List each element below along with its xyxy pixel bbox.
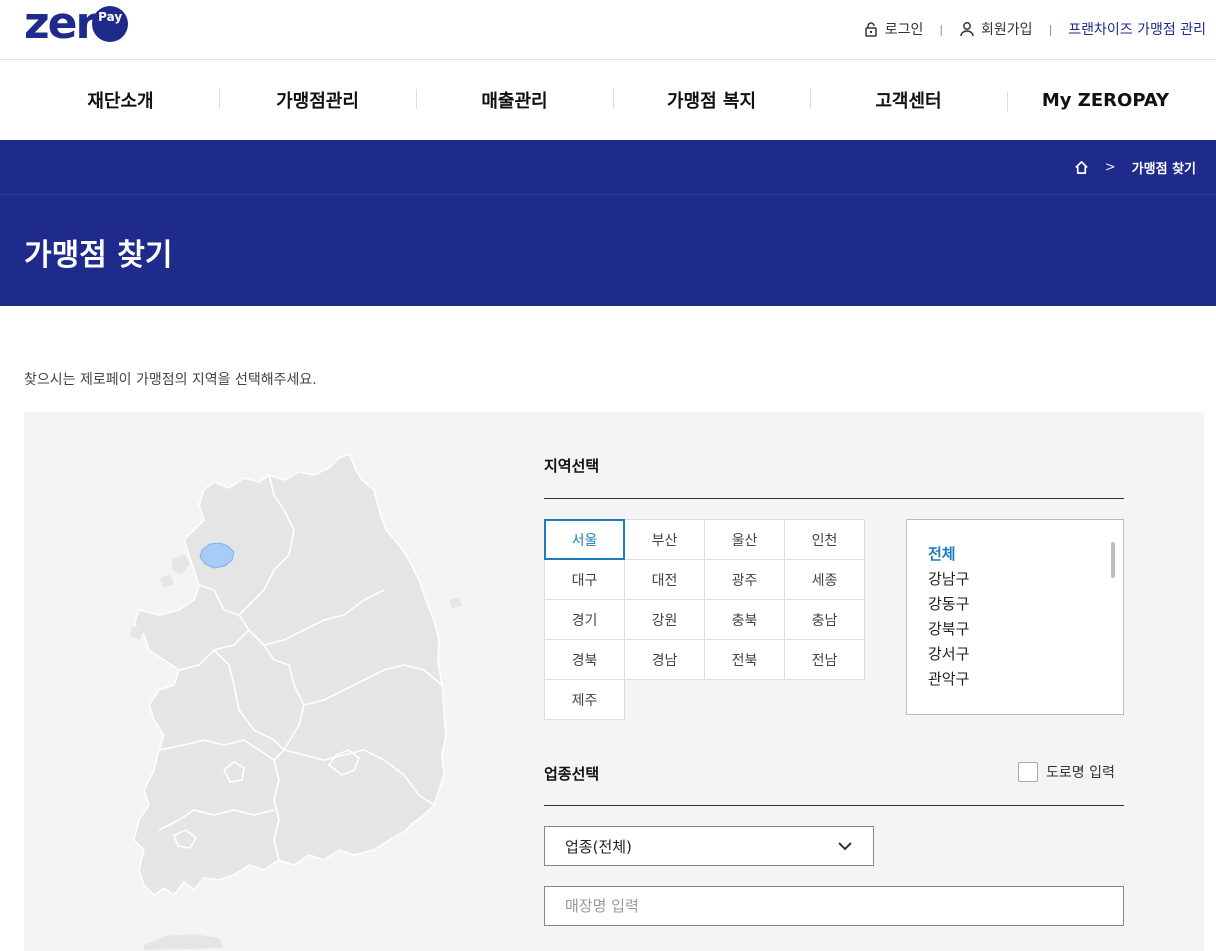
district-scrollbar[interactable] bbox=[1111, 542, 1115, 578]
business-type-select[interactable]: 업종(전체) bbox=[544, 826, 874, 866]
region-section-title: 지역선택 bbox=[544, 457, 600, 475]
chevron-down-icon bbox=[838, 842, 852, 851]
business-divider bbox=[544, 805, 1124, 806]
util-divider: | bbox=[1048, 22, 1053, 36]
road-address-option[interactable]: 도로명 입력 bbox=[1018, 762, 1115, 782]
map-island-jeju bbox=[144, 934, 224, 950]
district-option[interactable]: 관악구 bbox=[928, 667, 1123, 692]
business-section-title: 업종선택 bbox=[544, 765, 600, 783]
region-option-seoul[interactable]: 서울 bbox=[544, 519, 625, 560]
district-option[interactable]: 강북구 bbox=[928, 617, 1123, 642]
nav-item-foundation[interactable]: 재단소개 bbox=[22, 87, 219, 113]
nav-item-merchant-welfare[interactable]: 가맹점 복지 bbox=[613, 87, 810, 113]
district-option[interactable]: 강남구 bbox=[928, 567, 1123, 592]
region-option-jeonbuk[interactable]: 전북 bbox=[704, 639, 785, 680]
region-grid: 서울 부산 울산 인천 대구 대전 광주 세종 경기 강원 충북 충남 경북 경… bbox=[544, 519, 865, 720]
district-option-all[interactable]: 전체 bbox=[928, 542, 1123, 567]
region-option-gangwon[interactable]: 강원 bbox=[624, 599, 705, 640]
region-option-jeju[interactable]: 제주 bbox=[544, 679, 625, 720]
lock-icon bbox=[864, 22, 877, 37]
map-island bbox=[172, 554, 190, 574]
region-divider bbox=[544, 498, 1124, 499]
signup-link[interactable]: 회원가입 bbox=[959, 19, 1033, 39]
region-option-chungbuk[interactable]: 충북 bbox=[704, 599, 785, 640]
region-option-jeonnam[interactable]: 전남 bbox=[784, 639, 865, 680]
region-option-sejong[interactable]: 세종 bbox=[784, 559, 865, 600]
district-list[interactable]: 전체 강남구 강동구 강북구 강서구 관악구 bbox=[906, 519, 1124, 715]
region-option-gyeongnam[interactable]: 경남 bbox=[624, 639, 705, 680]
breadcrumb: > 가맹점 찾기 bbox=[1074, 158, 1196, 177]
intro-text: 찾으시는 제로페이 가맹점의 지역을 선택해주세요. bbox=[24, 372, 317, 388]
login-label: 로그인 bbox=[884, 22, 924, 38]
location-bar: > 가맹점 찾기 bbox=[0, 140, 1216, 195]
top-bar: zer Pay 로그인 | 회원가입 | 프랜차이즈 가맹점 관리 bbox=[0, 0, 1216, 60]
road-address-checkbox[interactable] bbox=[1018, 762, 1038, 782]
signup-label: 회원가입 bbox=[981, 22, 1033, 38]
region-option-gyeongbuk[interactable]: 경북 bbox=[544, 639, 625, 680]
map-island-ulleung bbox=[449, 598, 462, 608]
region-option-gwangju[interactable]: 광주 bbox=[704, 559, 785, 600]
zeropay-logo[interactable]: zer Pay bbox=[24, 0, 129, 49]
region-option-ulsan[interactable]: 울산 bbox=[704, 519, 785, 560]
district-option[interactable]: 강동구 bbox=[928, 592, 1123, 617]
page-title: 가맹점 찾기 bbox=[24, 238, 173, 273]
util-divider: | bbox=[939, 22, 944, 36]
region-option-gyeonggi[interactable]: 경기 bbox=[544, 599, 625, 640]
map-mainland bbox=[133, 453, 447, 897]
nav-item-merchant-management[interactable]: 가맹점관리 bbox=[219, 87, 416, 113]
store-name-input[interactable] bbox=[544, 886, 1124, 926]
nav-item-my-zeropay[interactable]: My ZEROPAY bbox=[1007, 90, 1204, 112]
region-option-busan[interactable]: 부산 bbox=[624, 519, 705, 560]
district-option[interactable]: 강서구 bbox=[928, 642, 1123, 667]
business-type-value: 업종(전체) bbox=[565, 837, 632, 856]
region-option-daejeon[interactable]: 대전 bbox=[624, 559, 705, 600]
logo-pay-badge: Pay bbox=[92, 6, 129, 42]
map-island bbox=[160, 574, 174, 588]
region-option-daegu[interactable]: 대구 bbox=[544, 559, 625, 600]
home-icon[interactable] bbox=[1074, 160, 1089, 175]
logo-wordmark: zer bbox=[24, 0, 97, 49]
nav-item-customer-center[interactable]: 고객센터 bbox=[810, 87, 1007, 113]
nav-item-sales-management[interactable]: 매출관리 bbox=[416, 87, 613, 113]
korea-map bbox=[130, 453, 462, 950]
region-option-chungnam[interactable]: 충남 bbox=[784, 599, 865, 640]
main-navigation: 재단소개 가맹점관리 매출관리 가맹점 복지 고객센터 My ZEROPAY bbox=[0, 60, 1216, 140]
utility-menu: 로그인 | 회원가입 | 프랜차이즈 가맹점 관리 bbox=[863, 19, 1206, 39]
breadcrumb-separator: > bbox=[1104, 160, 1116, 175]
login-link[interactable]: 로그인 bbox=[863, 19, 924, 39]
franchise-link[interactable]: 프랜차이즈 가맹점 관리 bbox=[1068, 19, 1206, 39]
breadcrumb-current: 가맹점 찾기 bbox=[1131, 162, 1196, 177]
region-option-incheon[interactable]: 인천 bbox=[784, 519, 865, 560]
title-banner: 가맹점 찾기 bbox=[0, 195, 1216, 306]
person-icon bbox=[960, 22, 974, 37]
road-address-label: 도로명 입력 bbox=[1046, 765, 1115, 781]
search-panel: 지역선택 서울 부산 울산 인천 대구 대전 광주 세종 경기 강원 충북 충남… bbox=[24, 412, 1204, 951]
